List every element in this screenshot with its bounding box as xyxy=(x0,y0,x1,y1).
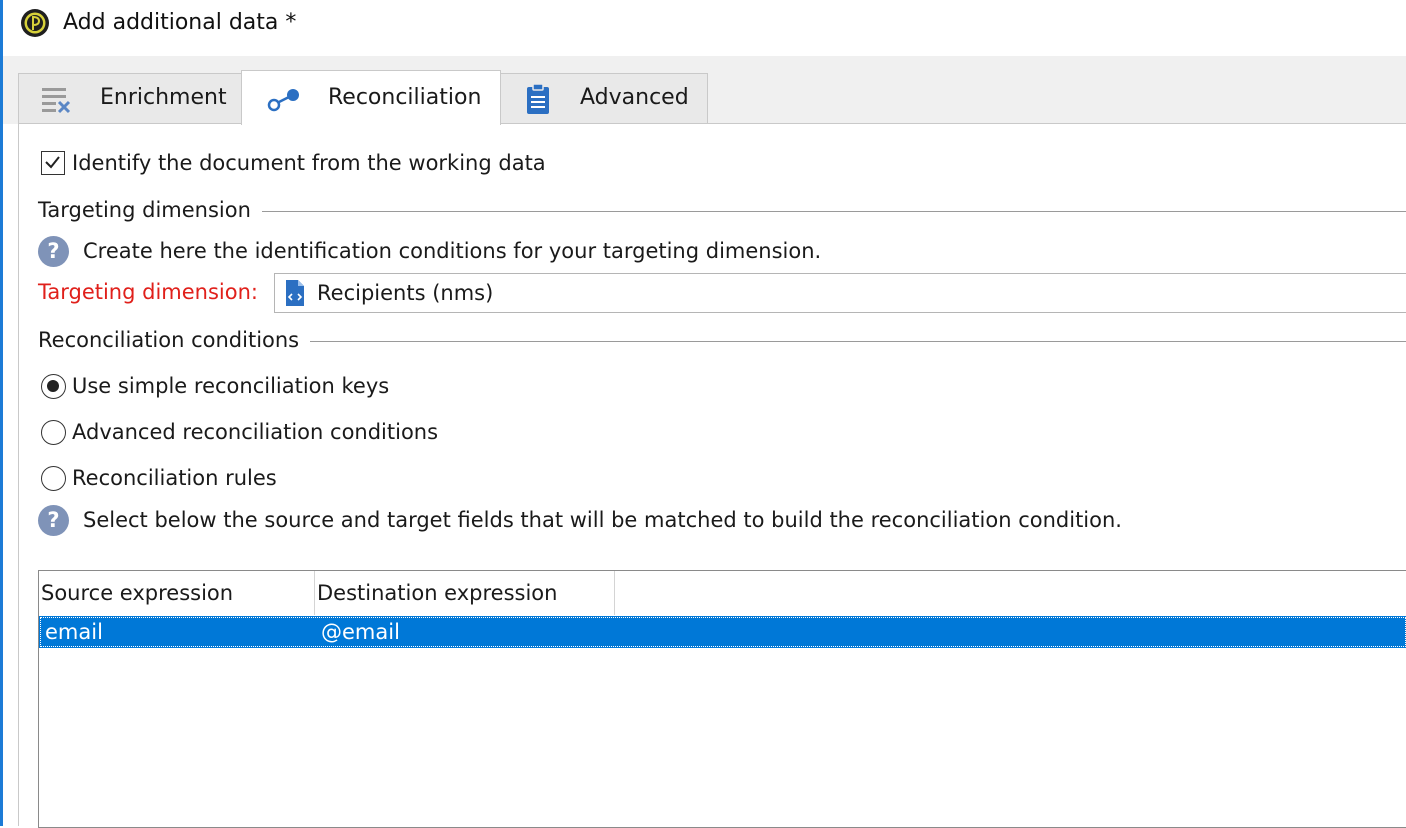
targeting-section-heading: Targeting dimension xyxy=(38,198,251,222)
help-icon: ? xyxy=(38,505,69,536)
conditions-help-text: Select below the source and target field… xyxy=(83,508,1122,532)
conditions-section-heading: Reconciliation conditions xyxy=(38,328,300,352)
cell-source[interactable]: email xyxy=(45,616,103,648)
help-icon: ? xyxy=(38,236,69,267)
conditions-section-divider xyxy=(310,341,1406,342)
identify-checkbox[interactable] xyxy=(41,151,65,175)
radio-simple-keys-label: Use simple reconciliation keys xyxy=(72,374,390,398)
reconciliation-keys-grid[interactable]: Source expression Destination expression… xyxy=(38,570,1406,828)
targeting-section-divider xyxy=(262,211,1406,212)
schema-file-icon xyxy=(286,280,304,306)
targeting-dimension-field[interactable]: Recipients (nms) xyxy=(274,273,1406,313)
radio-simple-keys[interactable] xyxy=(41,374,66,399)
targeting-dimension-value: Recipients (nms) xyxy=(317,281,494,305)
column-header-source[interactable]: Source expression xyxy=(39,571,315,615)
identify-checkbox-label: Identify the document from the working d… xyxy=(72,151,546,175)
table-row[interactable]: email @email xyxy=(39,616,1406,648)
radio-advanced-conditions[interactable] xyxy=(41,420,66,445)
targeting-dimension-label: Targeting dimension: xyxy=(38,280,258,304)
checkmark-icon xyxy=(45,156,60,169)
radio-selected-dot xyxy=(47,380,59,392)
radio-reconciliation-rules[interactable] xyxy=(41,466,66,491)
grid-header: Source expression Destination expression xyxy=(39,571,1406,615)
radio-reconciliation-rules-label: Reconciliation rules xyxy=(72,466,277,490)
targeting-help-text: Create here the identification condition… xyxy=(83,239,822,263)
column-header-destination[interactable]: Destination expression xyxy=(315,571,615,615)
radio-advanced-conditions-label: Advanced reconciliation conditions xyxy=(72,420,439,444)
cell-destination[interactable]: @email xyxy=(321,616,400,648)
